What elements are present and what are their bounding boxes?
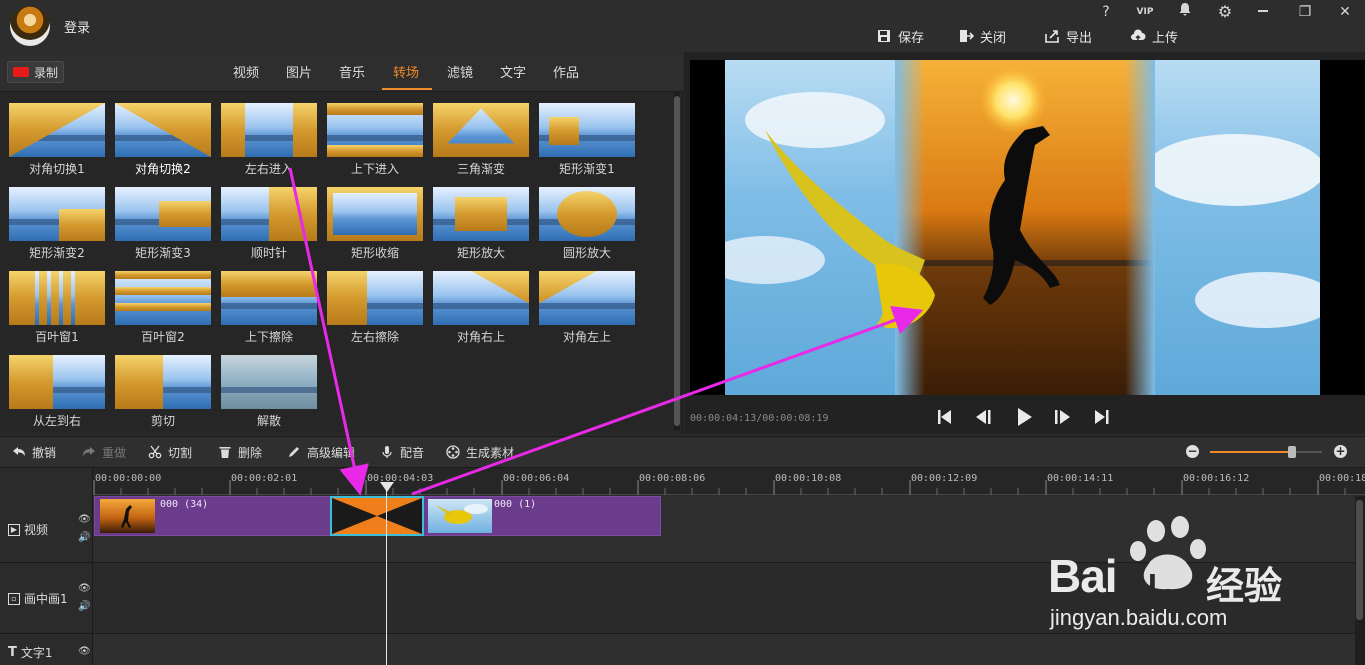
watermark-url: jingyan.baidu.com: [1050, 605, 1228, 630]
baidu-watermark: Baidu 经验 jingyan.baidu.com: [1040, 515, 1300, 635]
watermark-brand-suffix: du: [1116, 562, 1158, 600]
watermark-brand: Bai: [1048, 550, 1118, 602]
watermark-cn: 经验: [1206, 564, 1283, 608]
